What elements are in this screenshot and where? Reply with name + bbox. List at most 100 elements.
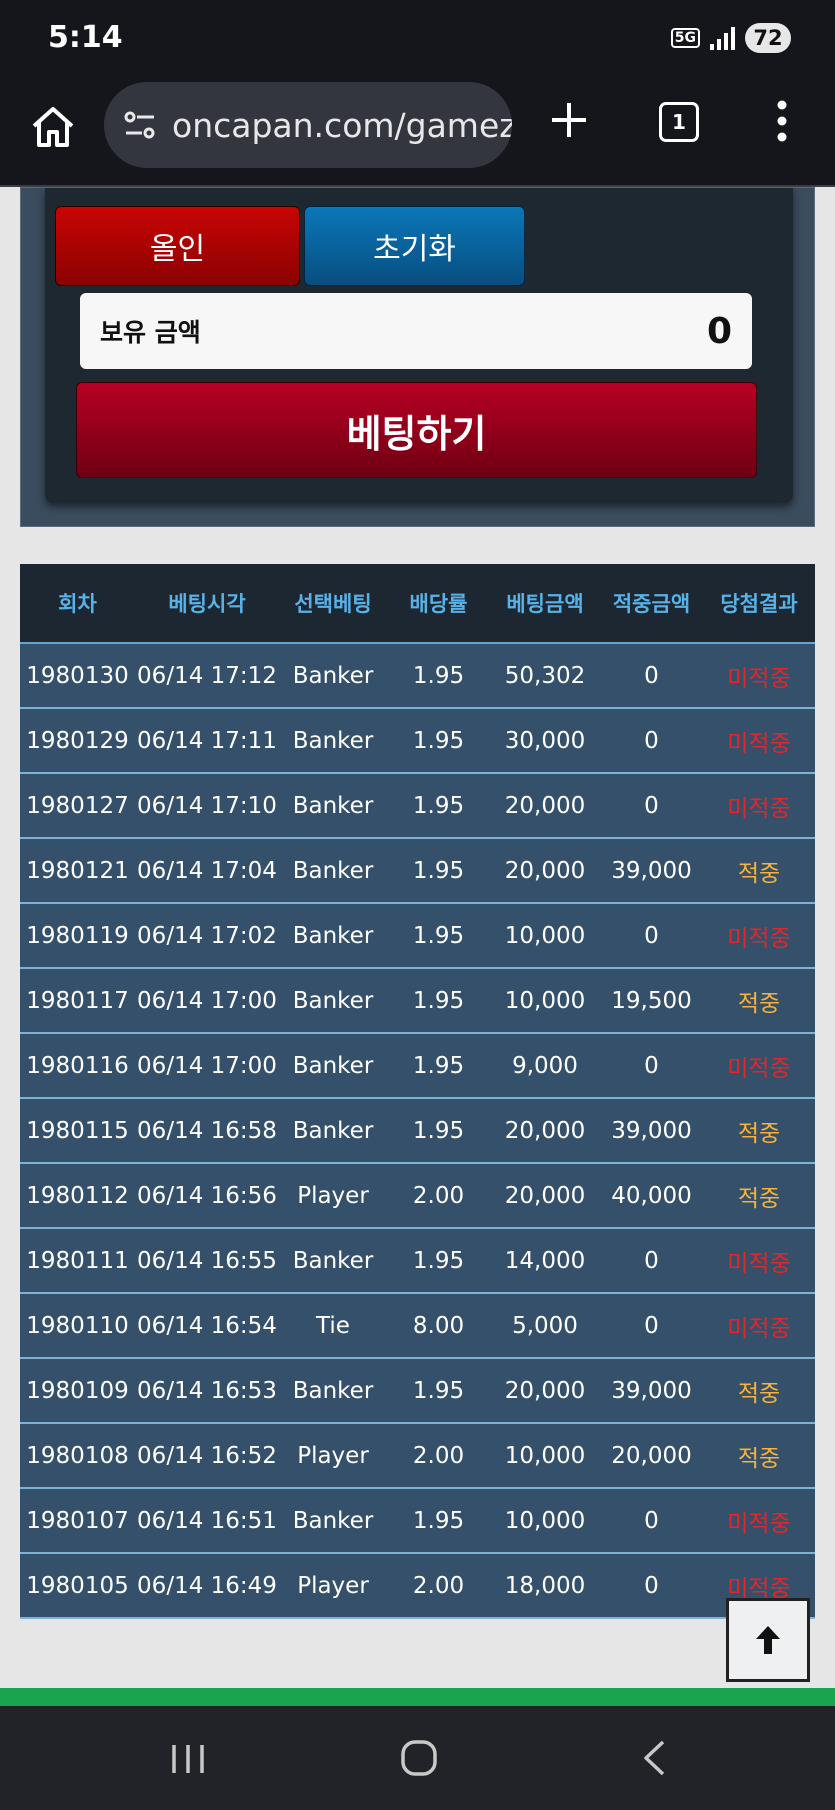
- cell-bet-amount: 14,000: [490, 1228, 600, 1294]
- cell-result: 적중: [703, 1423, 815, 1489]
- cell-round: 1980127: [20, 773, 135, 839]
- cell-bet-time: 06/14 16:52: [135, 1423, 279, 1489]
- cell-choice: Banker: [279, 968, 387, 1034]
- cell-round: 1980130: [20, 643, 135, 709]
- place-bet-button[interactable]: 베팅하기: [76, 382, 757, 478]
- footer-strip: [0, 1688, 835, 1706]
- address-bar[interactable]: oncapan.com/gamez: [104, 82, 512, 168]
- table-row: 1980107 06/14 16:51 Banker 1.95 10,000 0 미적중: [20, 1488, 815, 1554]
- cell-result: 미적중: [703, 643, 815, 709]
- cell-odds: 2.00: [387, 1553, 490, 1619]
- cell-choice: Banker: [279, 1358, 387, 1424]
- cell-bet-time: 06/14 17:00: [135, 1033, 279, 1099]
- network-5g-icon: 5G: [670, 28, 700, 48]
- cell-bet-amount: 20,000: [490, 1163, 600, 1229]
- cell-result: 적중: [703, 838, 815, 904]
- header-round: 회차: [20, 564, 135, 644]
- cell-round: 1980105: [20, 1553, 135, 1619]
- cell-bet-amount: 20,000: [490, 1098, 600, 1164]
- cell-bet-time: 06/14 16:53: [135, 1358, 279, 1424]
- cell-bet-amount: 10,000: [490, 903, 600, 969]
- cell-odds: 1.95: [387, 968, 490, 1034]
- cell-round: 1980115: [20, 1098, 135, 1164]
- home-circle-icon[interactable]: [400, 1739, 438, 1777]
- cell-bet-time: 06/14 17:12: [135, 643, 279, 709]
- cell-payout: 0: [600, 643, 703, 709]
- cell-odds: 1.95: [387, 1228, 490, 1294]
- cell-result: 미적중: [703, 708, 815, 774]
- cell-payout: 0: [600, 1488, 703, 1554]
- table-row: 1980111 06/14 16:55 Banker 1.95 14,000 0 미적중: [20, 1228, 815, 1294]
- cell-bet-time: 06/14 17:10: [135, 773, 279, 839]
- cell-payout: 19,500: [600, 968, 703, 1034]
- cell-choice: Banker: [279, 1033, 387, 1099]
- cell-result: 미적중: [703, 773, 815, 839]
- cell-round: 1980116: [20, 1033, 135, 1099]
- cell-bet-amount: 10,000: [490, 1423, 600, 1489]
- table-row: 1980127 06/14 17:10 Banker 1.95 20,000 0 미적중: [20, 773, 815, 839]
- cell-choice: Banker: [279, 903, 387, 969]
- table-row: 1980108 06/14 16:52 Player 2.00 10,000 20,000…: [20, 1423, 815, 1489]
- battery-icon: 72: [745, 23, 791, 53]
- cell-choice: Banker: [279, 838, 387, 904]
- plus-icon[interactable]: [549, 100, 589, 140]
- cell-payout: 0: [600, 1293, 703, 1359]
- cell-result: 적중: [703, 1098, 815, 1164]
- header-odds: 배당률: [387, 564, 490, 644]
- header-bet-amount: 베팅금액: [490, 564, 600, 644]
- cell-bet-time: 06/14 16:51: [135, 1488, 279, 1554]
- cell-choice: Banker: [279, 773, 387, 839]
- cell-odds: 1.95: [387, 1358, 490, 1424]
- table-row: 1980112 06/14 16:56 Player 2.00 20,000 40,000…: [20, 1163, 815, 1229]
- allin-button[interactable]: 올인: [55, 206, 300, 286]
- recent-apps-icon[interactable]: [168, 1743, 208, 1775]
- cell-bet-amount: 5,000: [490, 1293, 600, 1359]
- bet-history-table: 회차 베팅시각 선택베팅 배당률 베팅금액 적중금액 당첨결과 1980130 0…: [20, 564, 815, 1619]
- cell-bet-amount: 20,000: [490, 1358, 600, 1424]
- back-chevron-icon[interactable]: [640, 1739, 668, 1777]
- cell-choice: Banker: [279, 643, 387, 709]
- cell-choice: Tie: [279, 1293, 387, 1359]
- cell-payout: 0: [600, 1228, 703, 1294]
- cell-bet-time: 06/14 17:11: [135, 708, 279, 774]
- scroll-top-button[interactable]: [726, 1598, 810, 1682]
- cell-odds: 8.00: [387, 1293, 490, 1359]
- header-bet-time: 베팅시각: [135, 564, 279, 644]
- cell-payout: 39,000: [600, 838, 703, 904]
- home-icon[interactable]: [30, 104, 76, 150]
- table-row: 1980109 06/14 16:53 Banker 1.95 20,000 39,000…: [20, 1358, 815, 1424]
- cell-result: 적중: [703, 968, 815, 1034]
- cell-round: 1980111: [20, 1228, 135, 1294]
- cell-bet-time: 06/14 16:54: [135, 1293, 279, 1359]
- signal-icon: [710, 26, 735, 50]
- cell-payout: 0: [600, 1553, 703, 1619]
- cell-bet-amount: 20,000: [490, 773, 600, 839]
- cell-bet-time: 06/14 16:49: [135, 1553, 279, 1619]
- cell-result: 미적중: [703, 1488, 815, 1554]
- header-payout: 적중금액: [600, 564, 703, 644]
- cell-bet-amount: 9,000: [490, 1033, 600, 1099]
- cell-bet-amount: 18,000: [490, 1553, 600, 1619]
- header-choice: 선택베팅: [279, 564, 387, 644]
- reset-button[interactable]: 초기화: [304, 206, 525, 286]
- cell-bet-amount: 50,302: [490, 643, 600, 709]
- cell-result: 미적중: [703, 1228, 815, 1294]
- site-settings-icon[interactable]: [122, 107, 158, 143]
- status-time: 5:14: [48, 20, 123, 55]
- status-icons: 5G 72: [670, 20, 791, 56]
- cell-choice: Banker: [279, 1098, 387, 1164]
- url-text: oncapan.com/gamez: [172, 105, 512, 145]
- cell-payout: 39,000: [600, 1098, 703, 1164]
- cell-payout: 0: [600, 1033, 703, 1099]
- browser-toolbar: oncapan.com/gamez 1: [0, 78, 835, 187]
- tab-switcher-icon[interactable]: 1: [659, 102, 699, 142]
- more-vert-icon[interactable]: [770, 98, 794, 144]
- cell-choice: Banker: [279, 708, 387, 774]
- system-nav-bar: [0, 1706, 835, 1810]
- cell-round: 1980117: [20, 968, 135, 1034]
- cell-round: 1980112: [20, 1163, 135, 1229]
- table-row: 1980116 06/14 17:00 Banker 1.95 9,000 0 미적중: [20, 1033, 815, 1099]
- cell-odds: 1.95: [387, 643, 490, 709]
- cell-bet-time: 06/14 17:00: [135, 968, 279, 1034]
- cell-result: 미적중: [703, 1033, 815, 1099]
